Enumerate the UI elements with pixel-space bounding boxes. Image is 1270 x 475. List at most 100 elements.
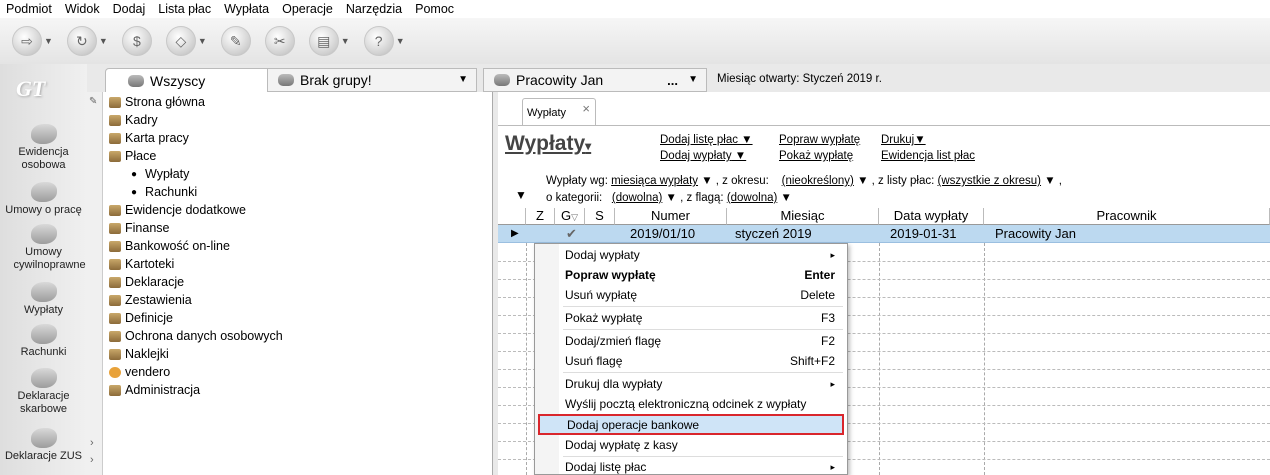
chevron-right-icon[interactable]: › bbox=[90, 437, 94, 449]
menu-item-dodaj-flage[interactable]: Dodaj/zmień flagę F2 bbox=[559, 331, 847, 351]
menu-item-dodaj-wyplate-z-kasy[interactable]: Dodaj wypłatę z kasy bbox=[559, 435, 847, 455]
add-list-link[interactable]: Dodaj listę płac ▼ bbox=[660, 134, 753, 146]
rail-item-umowy-o-prace[interactable]: Umowy o pracę bbox=[0, 182, 87, 217]
tree-item-place[interactable]: Płace bbox=[109, 147, 156, 165]
tree-item-ewidencje-dodatkowe[interactable]: Ewidencje dodatkowe bbox=[109, 201, 246, 219]
chevron-down-icon[interactable]: ▼ bbox=[341, 36, 350, 46]
column-header-z[interactable]: Z bbox=[526, 208, 555, 225]
column-header-numer[interactable]: Numer bbox=[615, 208, 727, 225]
tree-item-label: Rachunki bbox=[145, 185, 198, 199]
card-icon bbox=[109, 132, 121, 144]
show-payment-link[interactable]: Pokaż wypłatę bbox=[779, 150, 853, 162]
tree-item-deklaracje[interactable]: Deklaracje bbox=[109, 273, 184, 291]
group-select[interactable]: Brak grupy! ▼ bbox=[267, 68, 477, 92]
fix-payment-link[interactable]: Popraw wypłatę bbox=[779, 134, 860, 146]
menu-wyplata[interactable]: Wypłata bbox=[224, 2, 269, 16]
menu-item-dodaj-liste-plac[interactable]: Dodaj listę płac ▸ bbox=[559, 457, 847, 475]
chevron-right-icon[interactable]: › bbox=[90, 454, 94, 466]
more-button[interactable]: ... bbox=[667, 73, 678, 88]
column-header-miesiac[interactable]: Miesiąc bbox=[727, 208, 879, 225]
payroll-registry-link[interactable]: Ewidencja list płac bbox=[881, 150, 975, 162]
print-icon[interactable]: ▤ bbox=[308, 26, 339, 56]
tree-item-vendero[interactable]: vendero bbox=[109, 363, 170, 381]
cell-data-wyplaty[interactable]: 2019-01-31 bbox=[890, 225, 957, 243]
menu-narzedzia[interactable]: Narzędzia bbox=[346, 2, 402, 16]
chevron-down-icon[interactable]: ▼ bbox=[688, 74, 698, 85]
chevron-down-icon[interactable]: ▼ bbox=[198, 36, 207, 46]
rail-item-deklaracje-skarbowe[interactable]: Deklaracje skarbowe bbox=[0, 368, 87, 416]
rail-item-rachunki[interactable]: Rachunki bbox=[0, 324, 87, 359]
cell-miesiac[interactable]: styczeń 2019 bbox=[735, 225, 812, 243]
column-header-pracownik[interactable]: Pracownik bbox=[984, 208, 1270, 225]
filter-flag-select[interactable]: (dowolna) bbox=[727, 192, 778, 204]
tree-item-finanse[interactable]: Finanse bbox=[109, 219, 169, 237]
tree-subitem-wyplaty[interactable]: ● Wypłaty bbox=[131, 165, 189, 183]
rail-item-ewidencja-osobowa[interactable]: Ewidencja osobowa bbox=[0, 124, 87, 172]
rail-item-umowy-cywilnoprawne[interactable]: Umowy cywilnoprawne bbox=[0, 224, 87, 272]
filter-category-select[interactable]: (dowolna) bbox=[612, 192, 663, 204]
print-link[interactable]: Drukuj▼ bbox=[881, 134, 926, 146]
filter-list-select[interactable]: (wszystkie z okresu) bbox=[938, 175, 1042, 187]
menu-item-popraw-wyplate[interactable]: Popraw wypłatę Enter bbox=[559, 265, 847, 285]
tree-item-administracja[interactable]: Administracja bbox=[109, 381, 200, 399]
wizard-icon[interactable]: ✂ bbox=[264, 26, 295, 56]
add-payment-link[interactable]: Dodaj wypłaty ▼ bbox=[660, 150, 746, 162]
tree-item-naklejki[interactable]: Naklejki bbox=[109, 345, 169, 363]
column-header-data-wyplaty[interactable]: Data wypłaty bbox=[879, 208, 984, 225]
filter-by-select[interactable]: miesiąca wypłaty bbox=[611, 175, 698, 187]
tree-item-definicje[interactable]: Definicje bbox=[109, 309, 173, 327]
menu-item-drukuj-dla-wyplaty[interactable]: Drukuj dla wypłaty ▸ bbox=[559, 374, 847, 394]
open-icon[interactable]: ⇨ bbox=[12, 26, 42, 56]
tree-item-strona-glowna[interactable]: Strona główna bbox=[109, 93, 205, 111]
menu-lista-plac[interactable]: Lista płac bbox=[158, 2, 211, 16]
submenu-arrow-icon: ▸ bbox=[830, 461, 835, 472]
help-icon[interactable]: ? bbox=[363, 26, 394, 56]
refresh-icon[interactable]: ↻ bbox=[66, 26, 97, 56]
column-header-s[interactable]: S bbox=[585, 208, 615, 225]
pin-icon[interactable]: ✎ bbox=[89, 96, 97, 107]
column-header-g[interactable]: G▽ bbox=[555, 208, 585, 225]
rail-item-deklaracje-zus[interactable]: Deklaracje ZUS bbox=[0, 428, 87, 463]
tree-item-label: Strona główna bbox=[125, 95, 205, 109]
cell-pracownik[interactable]: Pracowity Jan bbox=[995, 225, 1076, 243]
tree-item-zestawienia[interactable]: Zestawienia bbox=[109, 291, 192, 309]
chevron-down-icon[interactable]: ▼ bbox=[458, 74, 468, 85]
menu-item-wyslij-odcinek[interactable]: Wyślij pocztą elektroniczną odcinek z wy… bbox=[559, 394, 847, 414]
tools-icon[interactable]: ✎ bbox=[220, 26, 251, 56]
eraser-icon[interactable]: ◇ bbox=[165, 26, 196, 56]
chevron-down-icon[interactable]: ▼ bbox=[99, 36, 108, 46]
tree-item-kartoteki[interactable]: Kartoteki bbox=[109, 255, 174, 273]
menu-widok[interactable]: Widok bbox=[65, 2, 100, 16]
group-icon bbox=[278, 74, 294, 86]
cell-numer[interactable]: 2019/01/10 bbox=[630, 225, 695, 243]
document-tab-wyplaty[interactable]: Wypłaty × bbox=[522, 98, 596, 126]
group-select-value: Brak grupy! bbox=[300, 72, 372, 88]
menu-dodaj[interactable]: Dodaj bbox=[113, 2, 146, 16]
menu-item-dodaj-operacje-bankowe[interactable]: Dodaj operacje bankowe bbox=[538, 414, 844, 435]
tree-item-karta-pracy[interactable]: Karta pracy bbox=[109, 129, 189, 147]
contract-icon bbox=[30, 182, 57, 202]
collapse-arrow-icon[interactable]: ▼ bbox=[515, 188, 527, 202]
employee-select[interactable]: Pracowity Jan ... ▼ bbox=[483, 68, 707, 92]
person-icon bbox=[30, 124, 57, 144]
menu-pomoc[interactable]: Pomoc bbox=[415, 2, 454, 16]
chevron-down-icon[interactable]: ▼ bbox=[44, 36, 53, 46]
page-title[interactable]: Wypłaty▾ bbox=[505, 132, 591, 156]
menu-item-dodaj-wyplaty[interactable]: Dodaj wypłaty ▸ bbox=[559, 245, 847, 265]
payroll-icon[interactable]: $ bbox=[121, 26, 152, 56]
tree-item-ochrona-danych[interactable]: Ochrona danych osobowych bbox=[109, 327, 283, 345]
menu-item-pokaz-wyplate[interactable]: Pokaż wypłatę F3 bbox=[559, 308, 847, 328]
tree-subitem-rachunki[interactable]: ● Rachunki bbox=[131, 183, 197, 201]
chevron-down-icon[interactable]: ▼ bbox=[396, 36, 405, 46]
tree-item-kadry[interactable]: Kadry bbox=[109, 111, 158, 129]
menu-bar: Podmiot Widok Dodaj Lista płac Wypłata O… bbox=[0, 0, 1270, 18]
menu-operacje[interactable]: Operacje bbox=[282, 2, 333, 16]
menu-podmiot[interactable]: Podmiot bbox=[6, 2, 52, 16]
filter-period-select[interactable]: (nieokreślony) bbox=[782, 175, 854, 187]
menu-item-usun-flage[interactable]: Usuń flagę Shift+F2 bbox=[559, 351, 847, 371]
rail-item-wyplaty[interactable]: Wypłaty bbox=[0, 282, 87, 317]
tree-item-bankowosc[interactable]: Bankowość on-line bbox=[109, 237, 230, 255]
menu-item-usun-wyplate[interactable]: Usuń wypłatę Delete bbox=[559, 285, 847, 305]
table-row[interactable] bbox=[498, 225, 1270, 243]
close-icon[interactable]: × bbox=[582, 101, 590, 116]
